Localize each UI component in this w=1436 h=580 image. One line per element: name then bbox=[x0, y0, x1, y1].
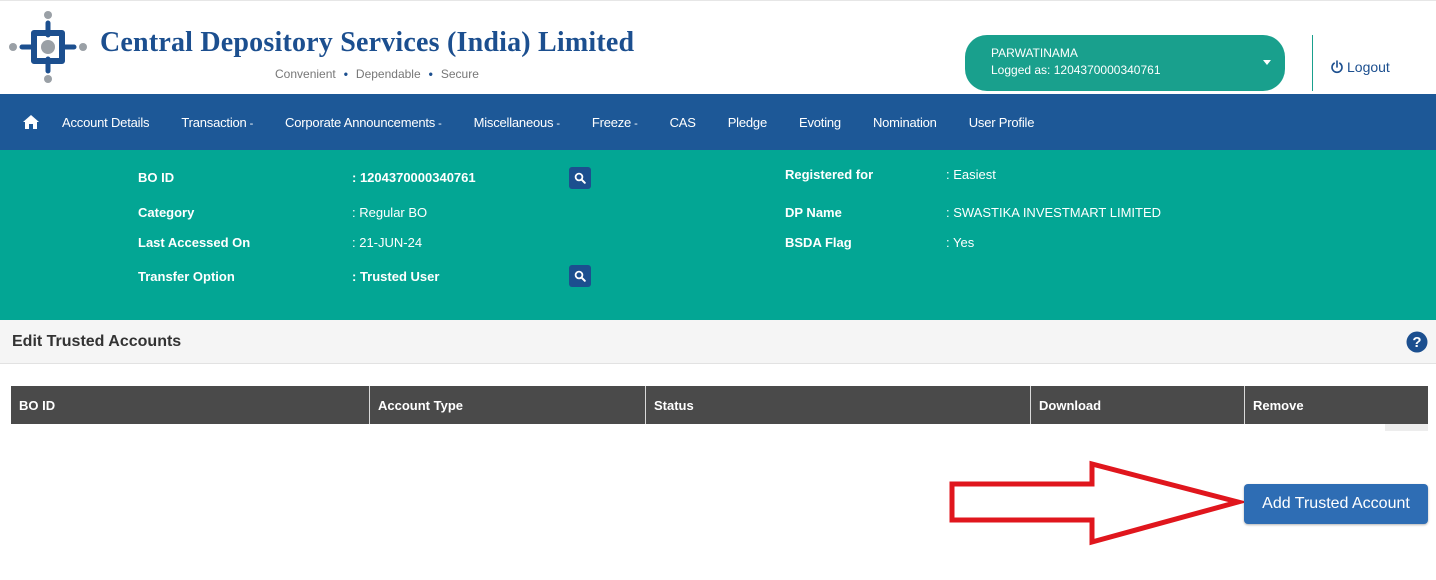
search-icon bbox=[574, 270, 586, 282]
bo-id-value: : 1204370000340761 bbox=[352, 170, 476, 185]
trusted-accounts-table-header: BO ID Account Type Status Download Remov… bbox=[11, 386, 1428, 424]
registered-for-label: Registered for bbox=[785, 167, 874, 182]
transfer-option-value: : Trusted User bbox=[352, 269, 440, 284]
header-divider bbox=[1312, 35, 1313, 91]
column-header-bo-id: BO ID bbox=[11, 386, 370, 424]
user-menu-dropdown[interactable]: PARWATINAMA Logged as: 1204370000340761 bbox=[965, 35, 1285, 91]
cdsl-logo-icon bbox=[9, 11, 87, 83]
column-header-status: Status bbox=[646, 386, 1031, 424]
nav-transaction[interactable]: Transaction - bbox=[181, 115, 253, 130]
category-value: : Regular BO bbox=[352, 205, 428, 220]
svg-text:?: ? bbox=[1412, 334, 1421, 351]
nav-freeze[interactable]: Freeze - bbox=[592, 115, 638, 130]
logout-label: Logout bbox=[1347, 59, 1390, 75]
account-info-panel: BO ID : 1204370000340761 Category : Regu… bbox=[0, 150, 1436, 320]
caret-down-icon bbox=[1263, 60, 1271, 65]
dropdown-indicator-icon: - bbox=[556, 117, 560, 130]
add-trusted-account-button[interactable]: Add Trusted Account bbox=[1244, 484, 1428, 524]
nav-cas[interactable]: CAS bbox=[670, 115, 696, 130]
section-title: Edit Trusted Accounts bbox=[12, 333, 182, 350]
transfer-option-search-button[interactable] bbox=[569, 265, 591, 287]
bo-id-search-button[interactable] bbox=[569, 167, 591, 189]
column-header-download: Download bbox=[1031, 386, 1245, 424]
nav-account-details[interactable]: Account Details bbox=[62, 115, 150, 130]
bo-id-label: BO ID bbox=[138, 170, 175, 185]
main-nav: Account Details Transaction - Corporate A… bbox=[0, 94, 1436, 150]
red-arrow-annotation-icon bbox=[949, 460, 1246, 546]
section-header: Edit Trusted Accounts bbox=[0, 320, 1436, 364]
tagline-dependable: Dependable bbox=[355, 67, 421, 81]
dropdown-indicator-icon: - bbox=[438, 117, 442, 130]
tagline-convenient: Convenient bbox=[275, 67, 336, 81]
bsda-flag-value: : Yes bbox=[946, 235, 975, 250]
dp-name-label: DP Name bbox=[785, 205, 842, 220]
power-icon bbox=[1331, 60, 1343, 74]
last-accessed-label: Last Accessed On bbox=[138, 235, 251, 250]
category-label: Category bbox=[138, 205, 195, 220]
nav-home[interactable] bbox=[0, 94, 62, 150]
registered-for-value: : Easiest bbox=[946, 167, 996, 182]
nav-evoting[interactable]: Evoting bbox=[799, 115, 841, 130]
column-header-remove: Remove bbox=[1253, 397, 1304, 413]
logged-as-text: Logged as: 1204370000340761 bbox=[991, 63, 1161, 77]
nav-corporate-announcements[interactable]: Corporate Announcements - bbox=[285, 115, 442, 130]
dropdown-indicator-icon: - bbox=[634, 117, 638, 130]
tagline: Convenient • Dependable • Secure bbox=[275, 67, 479, 81]
nav-nomination[interactable]: Nomination bbox=[873, 115, 937, 130]
help-icon[interactable]: ? bbox=[1406, 331, 1428, 353]
site-header: Central Depository Services (India) Limi… bbox=[0, 0, 1436, 94]
search-icon bbox=[574, 172, 586, 184]
bsda-flag-label: BSDA Flag bbox=[785, 235, 852, 250]
column-header-account-type: Account Type bbox=[370, 386, 646, 424]
dropdown-indicator-icon: - bbox=[249, 117, 254, 130]
table-scroll-stub bbox=[1385, 424, 1428, 431]
tagline-secure: Secure bbox=[440, 67, 479, 81]
logout-link[interactable]: Logout bbox=[1330, 59, 1390, 75]
brand-title: Central Depository Services (India) Limi… bbox=[100, 27, 635, 58]
home-icon bbox=[23, 115, 39, 129]
nav-pledge[interactable]: Pledge bbox=[728, 115, 767, 130]
last-accessed-value: : 21-JUN-24 bbox=[352, 235, 423, 250]
user-name: PARWATINAMA bbox=[991, 46, 1078, 60]
transfer-option-label: Transfer Option bbox=[138, 269, 235, 284]
dp-name-value: : SWASTIKA INVESTMART LIMITED bbox=[946, 205, 1162, 220]
nav-user-profile[interactable]: User Profile bbox=[969, 115, 1035, 130]
nav-miscellaneous[interactable]: Miscellaneous - bbox=[474, 115, 560, 130]
